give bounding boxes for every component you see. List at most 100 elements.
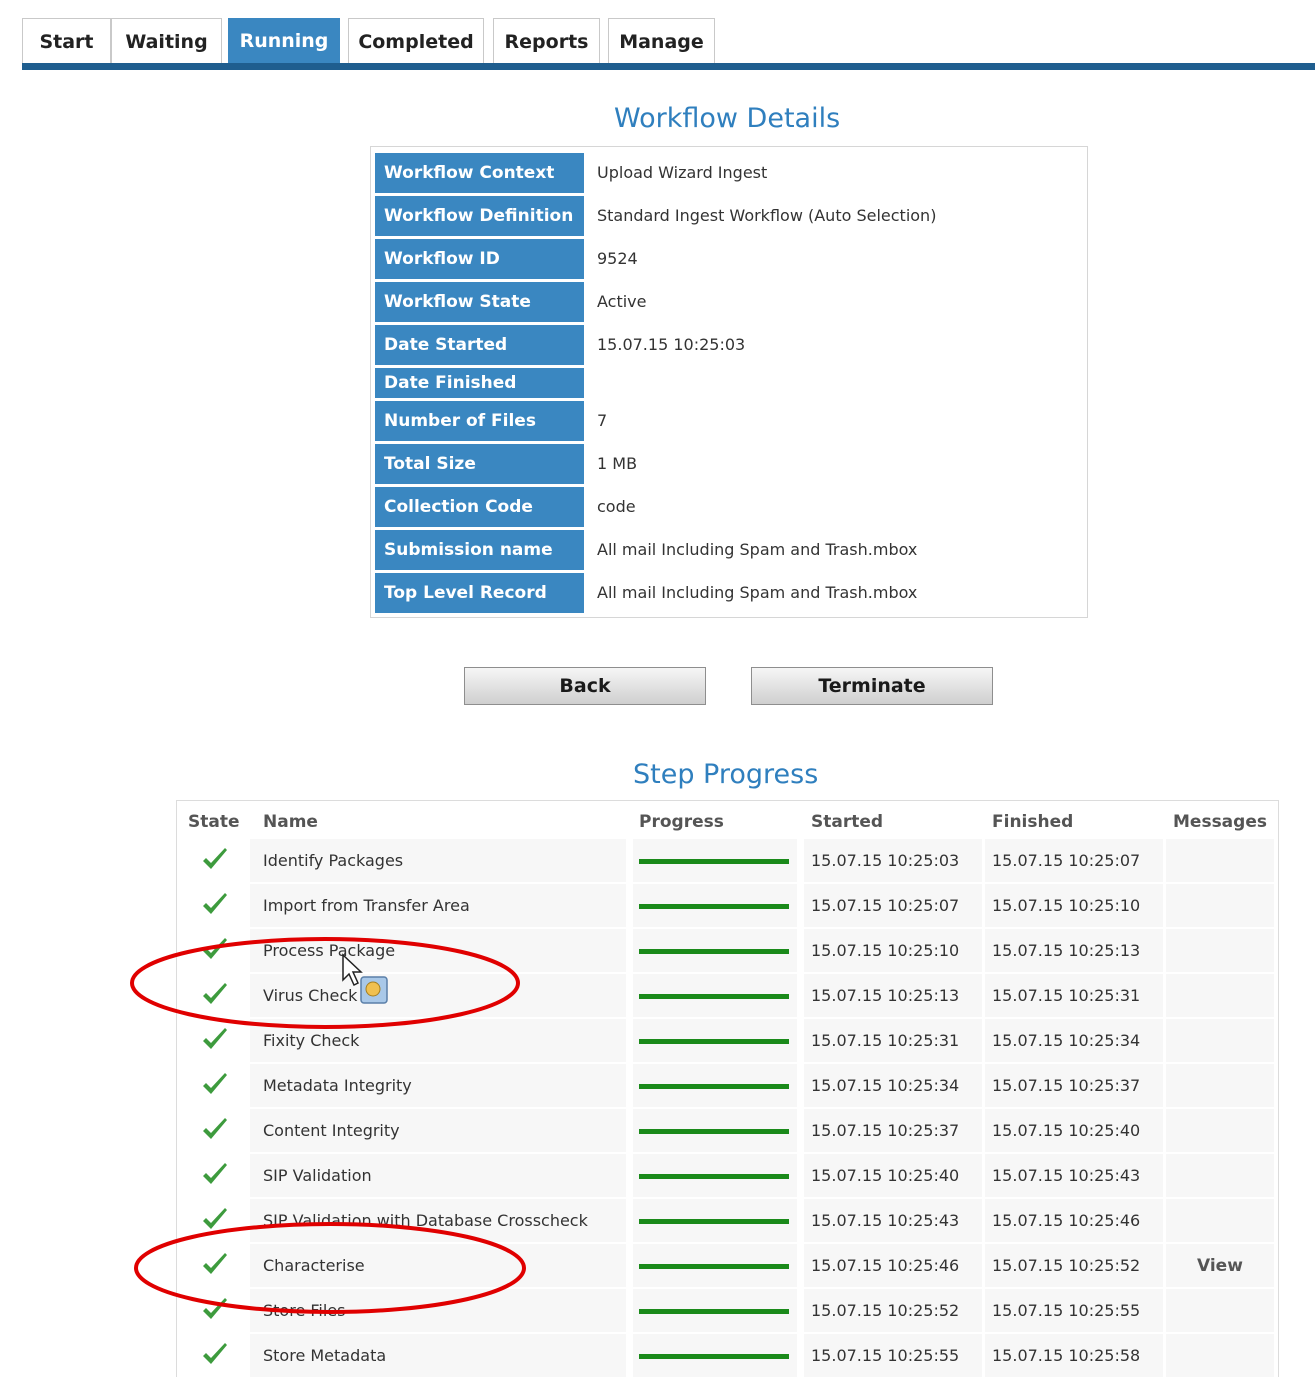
checkmark-icon xyxy=(201,937,229,963)
detail-row-definition: Workflow Definition Standard Ingest Work… xyxy=(375,196,1083,236)
step-finished: 15.07.15 10:25:43 xyxy=(992,1166,1141,1185)
step-finished: 15.07.15 10:25:13 xyxy=(992,941,1141,960)
detail-label: Top Level Record xyxy=(375,573,584,613)
step-row: Metadata Integrity 15.07.15 10:25:34 15.07… xyxy=(177,1064,1278,1109)
step-progress-fill xyxy=(639,904,789,909)
detail-label: Submission name xyxy=(375,530,584,570)
tab-manage[interactable]: Manage xyxy=(608,18,715,64)
step-progress-bar xyxy=(639,994,789,999)
detail-label: Date Finished xyxy=(375,368,584,398)
tab-bar: Start Waiting Running Completed Reports … xyxy=(22,18,1315,70)
step-finished: 15.07.15 10:25:10 xyxy=(992,896,1141,915)
tab-completed[interactable]: Completed xyxy=(348,18,484,64)
step-progress-bar xyxy=(639,859,789,864)
step-row: Identify Packages 15.07.15 10:25:03 15.07.… xyxy=(177,839,1278,884)
detail-row-date-started: Date Started 15.07.15 10:25:03 xyxy=(375,325,1083,365)
step-name: Import from Transfer Area xyxy=(263,896,470,915)
checkmark-icon xyxy=(201,1162,229,1188)
step-progress-bar xyxy=(639,1084,789,1089)
step-progress-table: State Name Progress Started Finished Mes… xyxy=(176,800,1279,1377)
checkmark-icon xyxy=(201,847,229,873)
terminate-button[interactable]: Terminate xyxy=(751,667,993,705)
cell-background xyxy=(1166,839,1274,882)
step-started: 15.07.15 10:25:52 xyxy=(811,1301,960,1320)
step-name: Metadata Integrity xyxy=(263,1076,412,1095)
checkmark-icon xyxy=(201,1072,229,1098)
step-started: 15.07.15 10:25:13 xyxy=(811,986,960,1005)
step-row: Virus Check 15.07.15 10:25:13 15.07.15 10:… xyxy=(177,974,1278,1019)
detail-label: Workflow Definition xyxy=(375,196,584,236)
step-row: Store Files 15.07.15 10:25:52 15.07.15 10:… xyxy=(177,1289,1278,1334)
detail-row-context: Workflow Context Upload Wizard Ingest xyxy=(375,153,1083,193)
tab-waiting[interactable]: Waiting xyxy=(111,18,222,64)
column-header-progress: Progress xyxy=(639,812,724,832)
tab-reports[interactable]: Reports xyxy=(493,18,600,64)
step-name: Fixity Check xyxy=(263,1031,360,1050)
detail-label: Workflow State xyxy=(375,282,584,322)
step-finished: 15.07.15 10:25:07 xyxy=(992,851,1141,870)
step-started: 15.07.15 10:25:43 xyxy=(811,1211,960,1230)
checkmark-icon xyxy=(201,982,229,1008)
step-progress-fill xyxy=(639,859,789,864)
detail-value: Active xyxy=(597,292,647,311)
detail-row-top-level-record: Top Level Record All mail Including Spam… xyxy=(375,573,1083,613)
view-messages-link[interactable]: View xyxy=(1197,1256,1243,1276)
column-header-messages: Messages xyxy=(1173,812,1267,832)
detail-value: Standard Ingest Workflow (Auto Selection… xyxy=(597,206,937,225)
detail-row-collection-code: Collection Code code xyxy=(375,487,1083,527)
step-progress-fill xyxy=(639,994,789,999)
step-started: 15.07.15 10:25:31 xyxy=(811,1031,960,1050)
cell-background xyxy=(1166,1334,1274,1377)
main-panel: Workflow Details Workflow Context Upload… xyxy=(22,70,1315,1377)
step-progress-fill xyxy=(639,1084,789,1089)
tab-start[interactable]: Start xyxy=(22,18,111,64)
detail-label: Workflow ID xyxy=(375,239,584,279)
checkmark-icon xyxy=(201,1252,229,1278)
step-progress-fill xyxy=(639,949,789,954)
detail-value: code xyxy=(597,497,636,516)
detail-value: 1 MB xyxy=(597,454,638,473)
checkmark-icon xyxy=(201,1117,229,1143)
step-name: Characterise xyxy=(263,1256,365,1275)
step-started: 15.07.15 10:25:07 xyxy=(811,896,960,915)
detail-value: Upload Wizard Ingest xyxy=(597,163,768,182)
cell-background xyxy=(1166,1019,1274,1062)
step-progress-bar xyxy=(639,1039,789,1044)
tab-running[interactable]: Running xyxy=(228,18,340,64)
detail-value: All mail Including Spam and Trash.mbox xyxy=(597,583,918,602)
step-progress-bar xyxy=(639,1354,789,1359)
detail-row-total-size: Total Size 1 MB xyxy=(375,444,1083,484)
column-header-started: Started xyxy=(811,812,884,832)
checkmark-icon xyxy=(201,1027,229,1053)
workflow-details-heading: Workflow Details xyxy=(614,103,841,134)
detail-value: All mail Including Spam and Trash.mbox xyxy=(597,540,918,559)
column-header-state: State xyxy=(188,812,240,832)
detail-label: Workflow Context xyxy=(375,153,584,193)
detail-value: 7 xyxy=(597,411,608,430)
detail-label: Date Started xyxy=(375,325,584,365)
step-progress-fill xyxy=(639,1039,789,1044)
detail-row-number-of-files: Number of Files 7 xyxy=(375,401,1083,441)
detail-label: Total Size xyxy=(375,444,584,484)
step-finished: 15.07.15 10:25:55 xyxy=(992,1301,1141,1320)
step-finished: 15.07.15 10:25:46 xyxy=(992,1211,1141,1230)
step-progress-fill xyxy=(639,1219,789,1224)
detail-label: Number of Files xyxy=(375,401,584,441)
cell-background xyxy=(1166,884,1274,927)
checkmark-icon xyxy=(201,1297,229,1323)
step-progress-fill xyxy=(639,1309,789,1314)
step-finished: 15.07.15 10:25:34 xyxy=(992,1031,1141,1050)
step-row: Characterise 15.07.15 10:25:46 15.07.15 10… xyxy=(177,1244,1278,1289)
checkmark-icon xyxy=(201,1342,229,1368)
step-finished: 15.07.15 10:25:31 xyxy=(992,986,1141,1005)
column-header-name: Name xyxy=(263,812,318,832)
step-name: Identify Packages xyxy=(263,851,404,870)
step-name: Virus Check xyxy=(263,986,358,1005)
back-button[interactable]: Back xyxy=(464,667,706,705)
checkmark-icon xyxy=(201,892,229,918)
step-progress-bar xyxy=(639,1174,789,1179)
cell-background xyxy=(1166,974,1274,1017)
step-progress-bar xyxy=(639,1264,789,1269)
column-header-finished: Finished xyxy=(992,812,1074,832)
cell-background xyxy=(1166,1154,1274,1197)
